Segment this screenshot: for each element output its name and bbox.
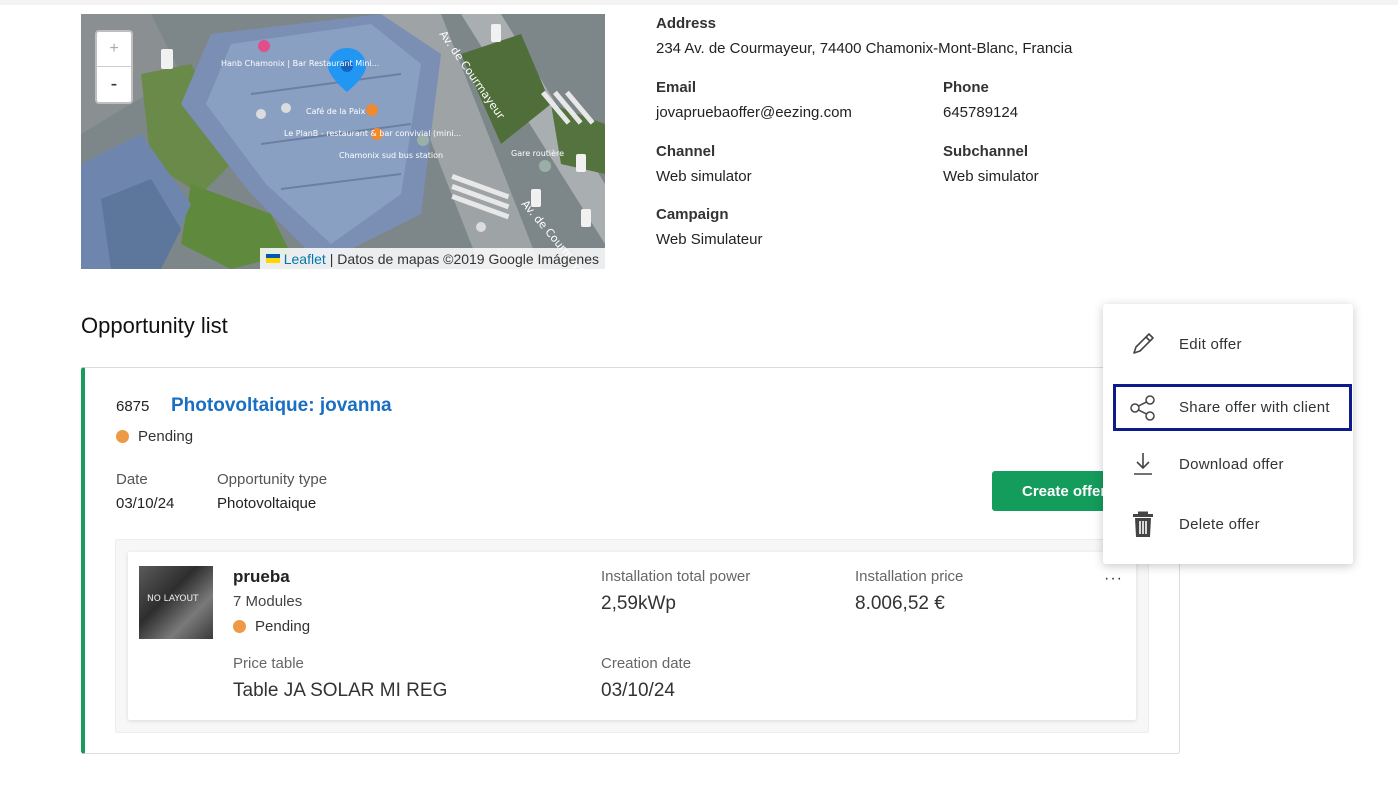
pencil-icon bbox=[1125, 329, 1161, 359]
map-label-gare: Gare routière bbox=[511, 148, 564, 158]
subchannel-field: Subchannel Web simulator bbox=[943, 142, 1039, 187]
opportunity-status-label: Pending bbox=[138, 428, 194, 445]
price-table: Price table Table JA SOLAR MI REG bbox=[233, 655, 447, 702]
phone-label: Phone bbox=[943, 79, 989, 96]
map-label-cafe: Café de la Paix bbox=[306, 106, 366, 116]
more-options-icon[interactable]: ··· bbox=[1104, 570, 1123, 588]
trash-icon bbox=[1125, 509, 1161, 539]
opportunity-title-link[interactable]: Photovoltaique: jovanna bbox=[171, 395, 392, 417]
installation-power: Installation total power 2,59kWp bbox=[601, 568, 750, 615]
menu-item-edit-offer[interactable]: Edit offer bbox=[1113, 321, 1351, 367]
share-offer-label: Share offer with client bbox=[1179, 399, 1330, 416]
leaflet-link[interactable]: Leaflet bbox=[284, 251, 326, 267]
offer-modules: 7 Modules bbox=[233, 593, 303, 610]
address-value: 234 Av. de Courmayeur, 74400 Chamonix-Mo… bbox=[656, 40, 1073, 57]
offer-card: NO LAYOUT prueba 7 Modules Pending Insta… bbox=[128, 552, 1136, 720]
address-field: Address 234 Av. de Courmayeur, 74400 Cha… bbox=[656, 14, 1072, 59]
opportunity-id: 6875 bbox=[116, 398, 150, 415]
type-label: Opportunity type bbox=[217, 471, 328, 488]
channel-field: Channel Web simulator bbox=[656, 142, 752, 187]
thumbnail-text: NO LAYOUT bbox=[147, 594, 199, 604]
menu-item-share-offer[interactable]: Share offer with client bbox=[1113, 384, 1352, 431]
channel-value: Web simulator bbox=[656, 168, 752, 185]
offer-name: prueba bbox=[233, 567, 290, 586]
creation-date-value: 03/10/24 bbox=[601, 680, 675, 701]
download-icon bbox=[1125, 449, 1161, 479]
opportunity-status: Pending bbox=[116, 428, 193, 445]
opportunity-card: 6875 Photovoltaique: jovanna Pending Dat… bbox=[81, 367, 1180, 754]
pending-dot-icon bbox=[233, 620, 246, 633]
phone-value: 645789124 bbox=[943, 104, 1019, 121]
campaign-field: Campaign Web Simulateur bbox=[656, 205, 762, 250]
map-label-restaurant: Hanb Chamonix | Bar Restaurant Mini... bbox=[221, 59, 379, 68]
menu-item-delete-offer[interactable]: Delete offer bbox=[1113, 501, 1351, 547]
offer-thumbnail: NO LAYOUT bbox=[139, 566, 213, 639]
pending-dot-icon bbox=[116, 430, 129, 443]
attribution-text: | Datos de mapas ©2019 Google Imágenes bbox=[329, 250, 599, 267]
zoom-out-button[interactable]: - bbox=[97, 67, 131, 102]
ukraine-flag-icon bbox=[265, 254, 280, 263]
campaign-label: Campaign bbox=[656, 206, 729, 223]
date-value: 03/10/24 bbox=[116, 495, 175, 512]
channel-label: Channel bbox=[656, 143, 716, 160]
edit-offer-label: Edit offer bbox=[1179, 335, 1242, 353]
campaign-value: Web Simulateur bbox=[656, 231, 763, 248]
top-border bbox=[0, 0, 1398, 5]
address-label: Address bbox=[656, 15, 717, 32]
email-field: Email jovapruebaoffer@eezing.com bbox=[656, 78, 852, 123]
menu-item-download-offer[interactable]: Download offer bbox=[1113, 441, 1351, 487]
power-label: Installation total power bbox=[601, 568, 751, 585]
opportunity-type: Opportunity type Photovoltaique bbox=[217, 471, 327, 512]
location-map[interactable]: Hanb Chamonix | Bar Restaurant Mini... C… bbox=[81, 14, 605, 269]
map-label-planb: Le PlanB - restaurant & bar convivial (m… bbox=[284, 129, 461, 138]
zoom-control: + - bbox=[95, 30, 133, 104]
download-offer-label: Download offer bbox=[1179, 455, 1284, 473]
creation-date: Creation date 03/10/24 bbox=[601, 655, 691, 702]
subchannel-label: Subchannel bbox=[943, 143, 1029, 160]
power-value: 2,59kWp bbox=[601, 593, 676, 614]
satellite-imagery: Hanb Chamonix | Bar Restaurant Mini... C… bbox=[81, 14, 605, 269]
zoom-in-button[interactable]: + bbox=[97, 32, 131, 67]
price-label: Installation price bbox=[855, 568, 964, 585]
offer-status-label: Pending bbox=[255, 618, 311, 635]
subchannel-value: Web simulator bbox=[943, 168, 1039, 185]
offer-status: Pending bbox=[233, 618, 310, 635]
installation-price: Installation price 8.006,52 € bbox=[855, 568, 963, 615]
email-label: Email bbox=[656, 79, 697, 96]
price-value: 8.006,52 € bbox=[855, 593, 945, 614]
phone-field: Phone 645789124 bbox=[943, 78, 1018, 123]
map-label-bus-station: Chamonix sud bus station bbox=[339, 151, 443, 160]
share-icon bbox=[1125, 393, 1161, 423]
offers-container: NO LAYOUT prueba 7 Modules Pending Insta… bbox=[115, 539, 1149, 733]
price-table-label: Price table bbox=[233, 655, 304, 672]
opportunity-date: Date 03/10/24 bbox=[116, 471, 174, 512]
price-table-value: Table JA SOLAR MI REG bbox=[233, 680, 448, 701]
email-value: jovapruebaoffer@eezing.com bbox=[656, 104, 852, 121]
date-label: Date bbox=[116, 471, 148, 488]
offer-actions-menu: Edit offer Share offer with client Downl… bbox=[1103, 304, 1353, 564]
type-value: Photovoltaique bbox=[217, 495, 317, 512]
opportunity-list-title: Opportunity list bbox=[81, 313, 228, 338]
map-attribution: Leaflet | Datos de mapas ©2019 Google Im… bbox=[259, 248, 605, 269]
delete-offer-label: Delete offer bbox=[1179, 515, 1260, 533]
creation-date-label: Creation date bbox=[601, 655, 692, 672]
